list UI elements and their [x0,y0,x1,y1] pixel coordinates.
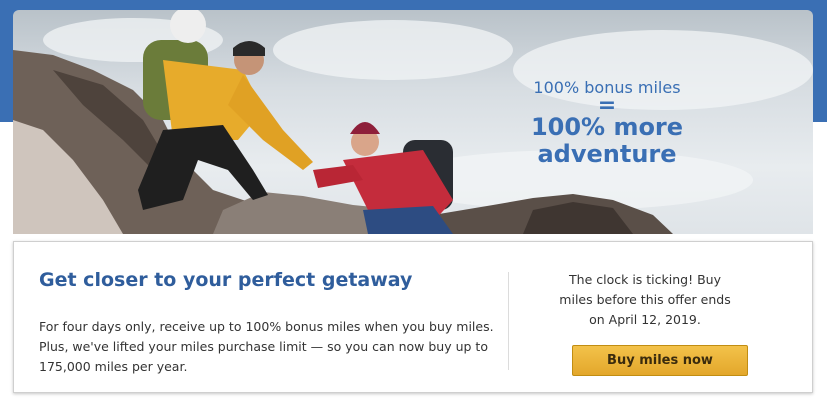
hero-line-adventure: adventure [537,140,677,168]
hero-equals: = [597,93,617,118]
countdown-text: The clock is ticking! Buy miles before t… [559,272,731,327]
promo-body: For four days only, receive up to 100% b… [39,319,494,374]
hero-headline: 100% bonus miles = 100% more adventure [493,78,721,168]
promo-title: Get closer to your perfect getaway [39,269,413,291]
hero-line-more: 100% more [530,113,684,141]
buy-miles-button[interactable]: Buy miles now [572,345,748,376]
divider [508,272,509,370]
promo-card: Get closer to your perfect getaway For f… [13,241,813,393]
hero-banner: 100% bonus miles = 100% more adventure [13,10,813,234]
